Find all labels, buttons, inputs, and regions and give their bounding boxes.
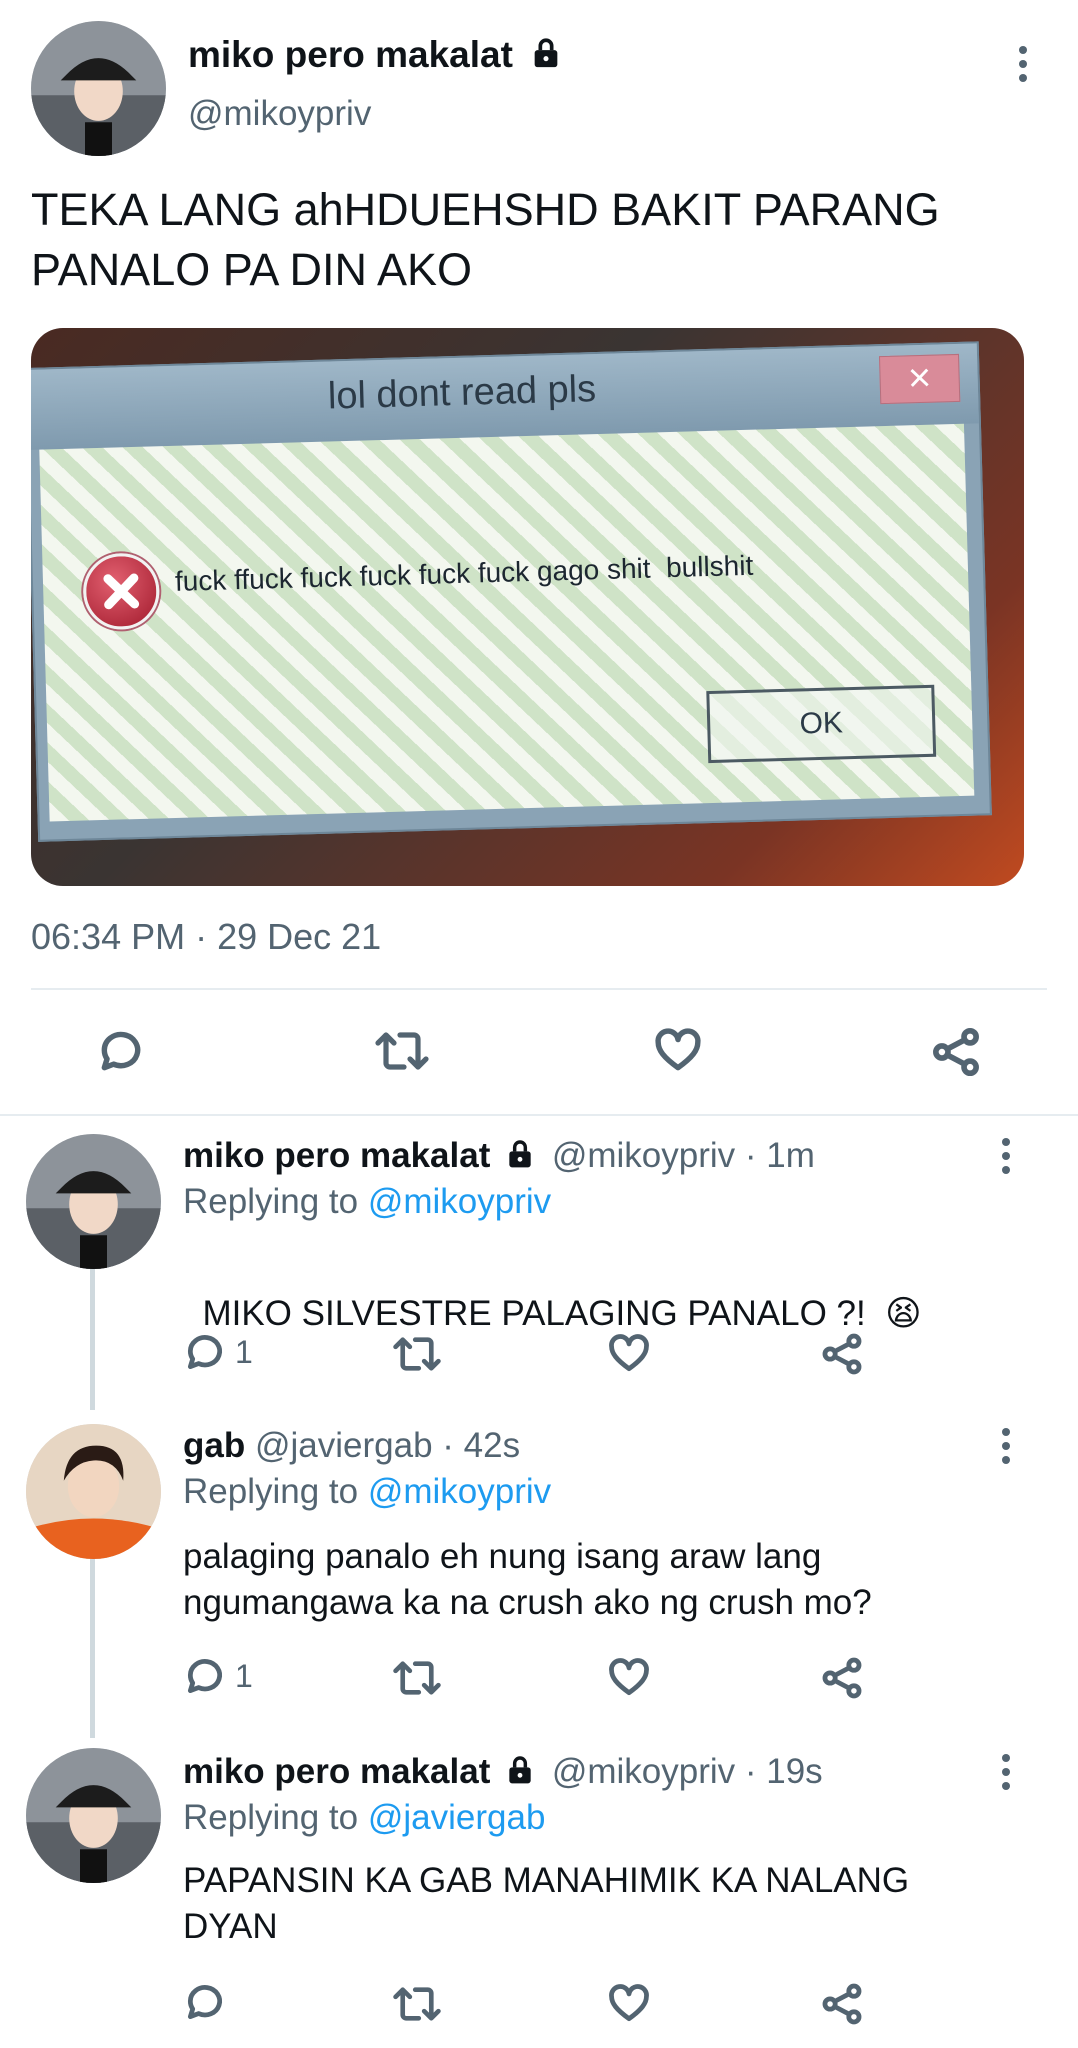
display-name[interactable]: gab xyxy=(183,1426,245,1465)
more-options-icon[interactable] xyxy=(986,1752,1026,1792)
replying-to-link[interactable]: @mikoypriv xyxy=(368,1472,551,1511)
heart-icon xyxy=(609,1658,649,1696)
dialog-close-button: × xyxy=(879,353,961,405)
reply-text: PAPANSIN KA GAB MANAHIMIK KA NALANG DYAN xyxy=(183,1861,910,1946)
reply-count: 1 xyxy=(235,1657,253,1694)
dialog-message: fuck ffuck fuck fuck fuck fuck gago shit… xyxy=(174,549,754,597)
dialog-ok-button: OK xyxy=(706,684,937,764)
like-button[interactable] xyxy=(606,1982,652,2026)
replying-to: Replying to @javiergab xyxy=(183,1798,546,1837)
retweet-button[interactable] xyxy=(392,1656,442,1700)
like-button[interactable] xyxy=(652,1026,704,1076)
thread-connector xyxy=(90,1268,95,1410)
replying-to: Replying to @mikoypriv xyxy=(183,1182,552,1221)
heart-icon xyxy=(655,1028,701,1071)
avatar[interactable] xyxy=(26,1424,161,1559)
retweet-button[interactable] xyxy=(392,1982,442,2026)
display-name[interactable]: miko pero makalat xyxy=(188,34,513,75)
author-handle[interactable]: @mikoypriv xyxy=(552,1752,735,1791)
reply-header: gab @javiergab · 42s xyxy=(183,1426,520,1466)
author-handle[interactable]: @mikoypriv xyxy=(188,94,371,134)
heart-icon xyxy=(609,1984,649,2022)
retweet-button[interactable] xyxy=(392,1332,442,1376)
divider xyxy=(0,1114,1078,1116)
retweet-button[interactable] xyxy=(374,1026,430,1076)
share-icon xyxy=(822,1983,862,2025)
avatar[interactable] xyxy=(26,1748,161,1883)
display-name[interactable]: miko pero makalat xyxy=(183,1136,490,1175)
reply-time: · 1m xyxy=(744,1136,815,1175)
author-handle[interactable]: @mikoypriv xyxy=(552,1136,735,1175)
avatar[interactable] xyxy=(31,21,166,156)
more-options-icon[interactable] xyxy=(1003,44,1043,84)
replying-to-link[interactable]: @mikoypriv xyxy=(368,1182,551,1221)
retweet-icon xyxy=(393,1987,441,2021)
reply-time: · 19s xyxy=(744,1752,823,1791)
dialog-title: lol dont read pls xyxy=(327,368,597,418)
reply-button[interactable]: 1 xyxy=(183,1330,253,1374)
dialog-window: lol dont read pls × fuck ffuck fuck fuck… xyxy=(31,341,992,842)
author-handle[interactable]: @javiergab xyxy=(255,1426,433,1465)
reply-icon xyxy=(101,1031,141,1071)
share-icon xyxy=(822,1333,862,1375)
like-button[interactable] xyxy=(606,1332,652,1376)
lock-icon xyxy=(534,38,558,68)
reply-icon xyxy=(187,1335,222,1370)
replying-to: Replying to @mikoypriv xyxy=(183,1472,552,1511)
tweet-text: TEKA LANG ahHDUEHSHD BAKIT PARANG PANALO… xyxy=(31,184,940,295)
tweet-timestamp[interactable]: 06:34 PM · 29 Dec 21 xyxy=(31,916,381,958)
avatar[interactable] xyxy=(26,1134,161,1269)
reply-button[interactable] xyxy=(96,1026,146,1076)
avatar-image-icon xyxy=(26,1424,161,1559)
author-row: miko pero makalat xyxy=(188,34,563,76)
display-name[interactable]: miko pero makalat xyxy=(183,1752,490,1791)
error-icon xyxy=(82,552,161,631)
thread-connector xyxy=(90,1558,95,1738)
heart-icon xyxy=(609,1334,649,1372)
share-button[interactable] xyxy=(930,1026,982,1078)
share-button[interactable] xyxy=(820,1982,864,2026)
close-icon: × xyxy=(907,355,932,401)
divider xyxy=(31,988,1047,990)
retweet-icon xyxy=(375,1032,429,1070)
reply-header: miko pero makalat @mikoypriv · 1m xyxy=(183,1136,815,1176)
tweet-image[interactable]: lol dont read pls × fuck ffuck fuck fuck… xyxy=(31,328,1024,886)
reply-icon xyxy=(187,1659,222,1694)
avatar-image-icon xyxy=(26,1748,161,1883)
avatar-image-icon xyxy=(31,21,166,156)
reply-header: miko pero makalat @mikoypriv · 19s xyxy=(183,1752,823,1792)
reply-button[interactable]: 1 xyxy=(183,1654,253,1698)
more-options-icon[interactable] xyxy=(986,1136,1026,1176)
dialog-body: fuck ffuck fuck fuck fuck fuck gago shit… xyxy=(39,423,975,822)
like-button[interactable] xyxy=(606,1656,652,1700)
retweet-icon xyxy=(393,1661,441,1695)
more-options-icon[interactable] xyxy=(986,1426,1026,1466)
share-icon xyxy=(933,1027,979,1077)
replying-to-link[interactable]: @javiergab xyxy=(368,1798,546,1837)
tired-face-emoji: 😫 xyxy=(885,1294,922,1333)
share-button[interactable] xyxy=(820,1656,864,1700)
reply-time: · 42s xyxy=(442,1426,521,1465)
lock-icon xyxy=(509,1756,531,1784)
share-icon xyxy=(822,1657,862,1699)
reply-text: MIKO SILVESTRE PALAGING PANALO ?! 😫 xyxy=(202,1294,922,1333)
reply-count: 1 xyxy=(235,1333,253,1370)
avatar-image-icon xyxy=(26,1134,161,1269)
retweet-icon xyxy=(393,1337,441,1371)
reply-icon xyxy=(187,1985,222,2020)
lock-icon xyxy=(509,1140,531,1168)
reply-text: palaging panalo eh nung isang araw lang … xyxy=(183,1537,872,1622)
share-button[interactable] xyxy=(820,1332,864,1376)
reply-button[interactable] xyxy=(183,1980,235,2024)
